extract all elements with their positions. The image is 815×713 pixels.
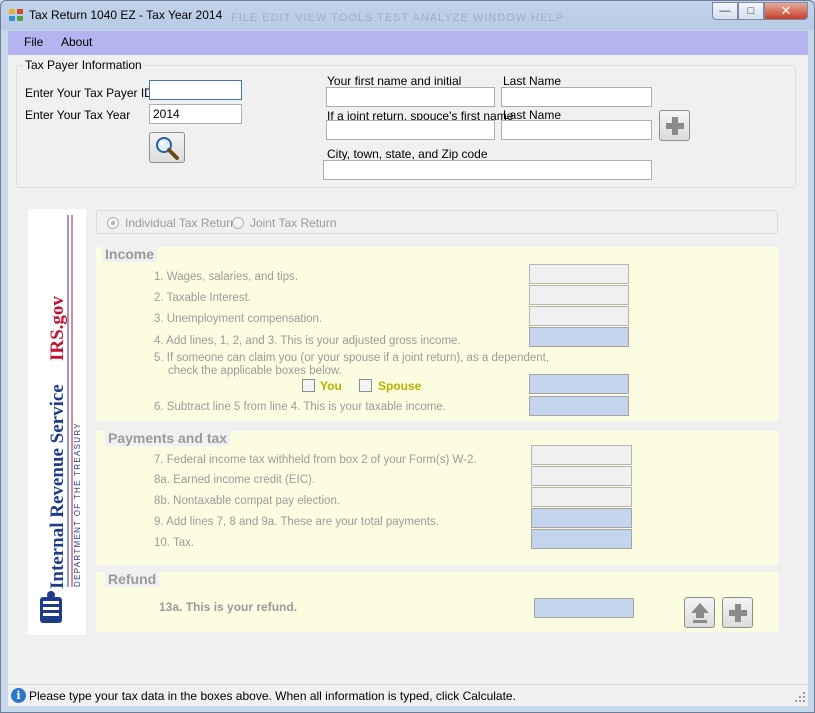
tax-year-label: Enter Your Tax Year	[25, 108, 131, 122]
income-line-3: 3. Unemployment compensation.	[154, 313, 323, 325]
payments-line-9: 9. Add lines 7, 8 and 9a. These are your…	[154, 516, 439, 528]
refund-field	[534, 598, 634, 618]
close-icon: ✕	[780, 3, 792, 18]
income-line-4: 4. Add lines, 1, 2, and 3. This is your …	[154, 335, 461, 347]
address-label: City, town, state, and Zip code	[327, 147, 488, 161]
joint-return-radio[interactable]	[232, 217, 244, 229]
up-arrow-icon	[690, 602, 709, 623]
taxable-interest-input[interactable]	[529, 285, 629, 305]
payments-line-8a: 8a. Earned income credit (EIC).	[154, 474, 316, 486]
upload-button[interactable]	[684, 597, 715, 628]
calculate-button[interactable]	[722, 597, 753, 628]
spouse-checkbox[interactable]	[359, 379, 372, 392]
menu-about[interactable]: About	[61, 35, 92, 49]
individual-return-label: Individual Tax Return	[125, 216, 237, 230]
adjusted-gross-income-field	[529, 327, 629, 347]
income-line-5a: 5. If someone can claim you (or your spo…	[154, 352, 550, 364]
irs-logo: Internal Revenue Service IRS.gov DEPARTM…	[28, 209, 86, 635]
payments-line-8b: 8b. Nontaxable compat pay election.	[154, 495, 341, 507]
joint-return-label: Joint Tax Return	[250, 216, 337, 230]
refund-line-13a: 13a. This is your refund.	[159, 600, 298, 614]
taxpayer-id-label: Enter Your Tax Payer ID	[25, 86, 153, 100]
first-name-label: Your first name and initial	[327, 74, 462, 88]
payments-line-10: 10. Tax.	[154, 537, 195, 549]
minimize-button[interactable]: —	[712, 2, 738, 20]
client-area: File About Tax Payer Information Enter Y…	[8, 31, 808, 706]
eic-input[interactable]	[531, 466, 632, 486]
resize-grip-icon[interactable]	[794, 691, 806, 703]
spouse-last-name-input[interactable]	[501, 120, 652, 140]
you-checkbox-label: You	[320, 379, 342, 393]
you-checkbox[interactable]	[302, 379, 315, 392]
irs-logo-site: IRS.gov	[47, 296, 68, 361]
individual-return-radio[interactable]	[107, 217, 119, 229]
combat-pay-input[interactable]	[531, 487, 632, 507]
menu-about-label: About	[61, 35, 93, 49]
app-icon	[9, 9, 23, 21]
first-name-input[interactable]	[326, 87, 495, 107]
irs-eagle-icon	[40, 591, 62, 623]
refund-title: Refund	[105, 571, 160, 587]
info-icon: i	[11, 688, 26, 703]
spouse-checkbox-label: Spouse	[378, 379, 422, 393]
total-payments-field	[531, 508, 632, 528]
income-line-6: 6. Subtract line 5 from line 4. This is …	[154, 401, 446, 413]
wages-input[interactable]	[529, 264, 629, 284]
menu-file[interactable]: File	[24, 35, 43, 49]
status-text: Please type your tax data in the boxes a…	[29, 689, 516, 703]
plus-icon	[728, 603, 747, 622]
federal-withheld-input[interactable]	[531, 445, 632, 465]
taxpayer-info-title: Tax Payer Information	[25, 58, 142, 72]
background-menu-ghost: FILE EDIT VIEW TOOLS TEST ANALYZE WINDOW…	[231, 12, 564, 24]
search-button[interactable]	[149, 132, 185, 163]
irs-logo-name: Internal Revenue Service	[47, 384, 68, 589]
minimize-icon: —	[719, 5, 731, 17]
taxable-income-field	[529, 396, 629, 416]
income-title: Income	[102, 246, 158, 262]
last-name-input[interactable]	[501, 87, 652, 107]
close-button[interactable]: ✕	[764, 2, 808, 20]
taxpayer-id-input[interactable]	[149, 80, 242, 100]
tax-year-input[interactable]	[149, 104, 242, 124]
menu-file-label: File	[24, 35, 44, 49]
plus-icon	[665, 116, 684, 135]
spouse-first-name-input[interactable]	[326, 120, 495, 140]
magnifier-icon	[156, 136, 179, 160]
status-bar: i Please type your tax data in the boxes…	[8, 684, 808, 706]
income-line-1: 1. Wages, salaries, and tips.	[154, 271, 299, 283]
payments-line-7: 7. Federal income tax withheld from box …	[154, 454, 477, 466]
address-input[interactable]	[323, 160, 652, 180]
menu-bar: File About	[8, 31, 808, 55]
maximize-icon: □	[747, 5, 755, 17]
title-bar[interactable]: Tax Return 1040 EZ - Tax Year 2014 FILE …	[1, 1, 814, 29]
window-title: Tax Return 1040 EZ - Tax Year 2014	[29, 8, 223, 22]
return-type-group: Individual Tax Return Joint Tax Return	[96, 210, 778, 234]
maximize-button[interactable]: □	[738, 2, 764, 20]
last-name-label: Last Name	[503, 74, 562, 88]
tax-field	[531, 529, 632, 549]
income-line-2: 2. Taxable Interest.	[154, 292, 251, 304]
unemployment-input[interactable]	[529, 306, 629, 326]
income-line-5b: check the applicable boxes below.	[168, 365, 342, 377]
add-button[interactable]	[659, 110, 690, 141]
irs-logo-dept: DEPARTMENT OF THE TREASURY	[73, 422, 82, 587]
dependent-amount-field	[529, 374, 629, 394]
app-window: Tax Return 1040 EZ - Tax Year 2014 FILE …	[0, 0, 815, 713]
payments-title: Payments and tax	[105, 430, 231, 446]
